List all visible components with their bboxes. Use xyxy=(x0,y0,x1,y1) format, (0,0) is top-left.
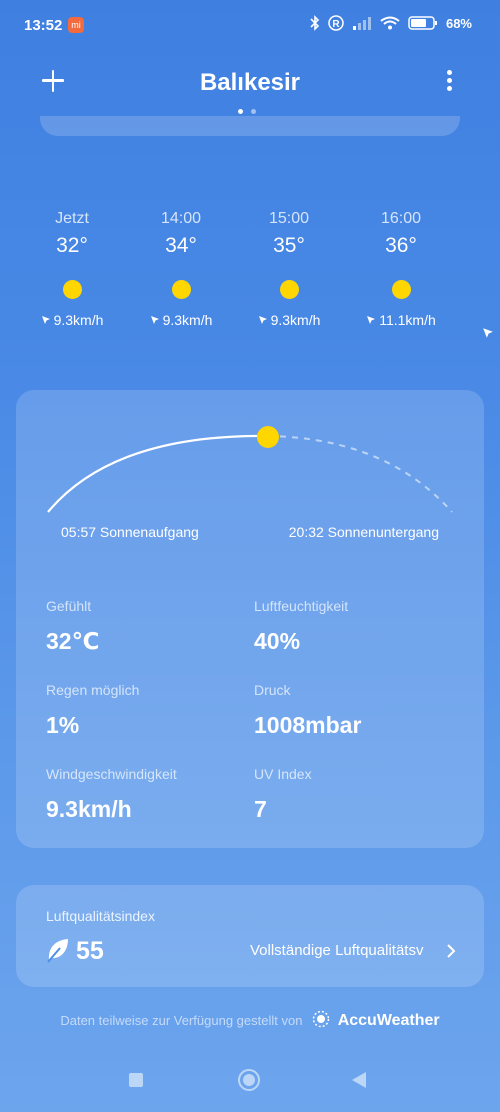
status-time: 13:52 xyxy=(24,17,63,34)
hour-wind: 9.3km/h xyxy=(234,312,344,328)
page-indicator xyxy=(238,109,256,114)
hour-wind-value: 11.1km/h xyxy=(379,312,436,328)
home-button[interactable] xyxy=(238,1069,260,1091)
hour-label: 16:00 xyxy=(380,210,422,227)
sun-icon xyxy=(171,280,191,299)
hour-temp: 34° xyxy=(165,234,197,257)
sunset-time: 20:32 Sonnenuntergang xyxy=(288,524,439,540)
back-button[interactable] xyxy=(352,1072,366,1088)
sun-position-icon xyxy=(257,426,279,448)
registered-icon: R xyxy=(328,15,344,31)
hour-item: 15:00 35° 9.3km/h xyxy=(234,210,344,328)
pressure-stat: Druck 1008mbar xyxy=(254,682,454,739)
recent-apps-button[interactable] xyxy=(129,1073,143,1087)
feels-like-stat: Gefühlt 32℃ xyxy=(46,598,246,655)
svg-text:R: R xyxy=(332,19,340,30)
hour-wind-value: 9.3km/h xyxy=(162,312,213,328)
wind-arrow-icon xyxy=(367,316,376,324)
hour-temp: 32° xyxy=(56,234,88,257)
wind-arrow-icon xyxy=(41,316,50,324)
accuweather-brand[interactable]: AccuWeather xyxy=(338,1012,440,1029)
hour-item: 16:00 36° 11.1km/h xyxy=(346,210,456,328)
page-dot xyxy=(251,109,256,114)
stat-value: 9.3km/h xyxy=(46,796,132,822)
hour-label: 15:00 xyxy=(268,210,310,227)
hour-item: Jetzt 32° 9.3km/h xyxy=(17,210,127,328)
collapsed-forecast-card[interactable] xyxy=(40,116,460,136)
data-source-footer: Daten teilweise zur Verfügung gestellt v… xyxy=(0,1010,500,1030)
status-bar: 13:52 mi R 68% xyxy=(0,0,500,54)
stat-label: Gefühlt xyxy=(46,598,92,614)
full-air-quality-link[interactable]: Vollständige Luftqualitätsv xyxy=(250,942,458,959)
hour-wind: 9.3km/h xyxy=(126,312,236,328)
signal-icon xyxy=(352,17,371,30)
hour-wind: 9.3km/h xyxy=(17,312,127,328)
stat-label: Regen möglich xyxy=(46,682,140,698)
bluetooth-icon xyxy=(310,15,320,31)
notification-app-icon: mi xyxy=(68,17,84,33)
hourly-forecast[interactable]: Jetzt 32° 9.3km/h 14:00 34° 9.3km/h 15:0… xyxy=(0,210,500,350)
sun-path-arc xyxy=(47,426,453,513)
wind-arrow-icon xyxy=(150,316,159,324)
header: Balıkesir xyxy=(0,60,500,110)
stat-value: 7 xyxy=(254,796,267,822)
hour-wind: 11.1km/h xyxy=(346,312,456,328)
rain-chance-stat: Regen möglich 1% xyxy=(46,682,246,739)
sun-icon xyxy=(391,280,411,299)
accuweather-logo-icon xyxy=(312,1010,330,1028)
aqi-value: 55 xyxy=(76,937,104,965)
more-menu-button[interactable] xyxy=(444,70,454,96)
stat-value: 1% xyxy=(46,712,80,738)
uv-index-stat: UV Index 7 xyxy=(254,766,454,823)
stat-label: Druck xyxy=(254,682,291,698)
leaf-icon xyxy=(47,939,68,963)
stat-label: UV Index xyxy=(254,766,312,782)
wind-arrow-icon xyxy=(483,328,493,338)
city-title: Balıkesir xyxy=(199,69,301,96)
hour-temp: 36° xyxy=(385,234,417,257)
humidity-stat: Luftfeuchtigkeit 40% xyxy=(254,598,454,655)
hour-wind-value: 9.3km/h xyxy=(270,312,321,328)
battery-icon xyxy=(408,16,437,30)
system-navigation-bar xyxy=(0,1060,500,1100)
weather-details-card: 05:57 Sonnenaufgang 20:32 Sonnenuntergan… xyxy=(16,390,484,848)
chevron-right-icon[interactable] xyxy=(446,943,456,959)
stat-value: 1008mbar xyxy=(254,712,362,738)
sun-icon xyxy=(279,280,299,299)
wind-arrow-icon xyxy=(258,316,267,324)
page-dot-active xyxy=(238,109,243,114)
footer-text: Daten teilweise zur Verfügung gestellt v… xyxy=(60,1013,303,1028)
status-icons: R 68% xyxy=(310,15,472,31)
hour-temp: 35° xyxy=(273,234,305,257)
stat-label: Windgeschwindigkeit xyxy=(46,766,177,782)
stat-label: Luftfeuchtigkeit xyxy=(254,598,349,614)
stat-value: 40% xyxy=(254,628,301,654)
aqi-title: Luftqualitätsindex xyxy=(46,908,155,924)
stat-value: 32℃ xyxy=(46,628,100,654)
battery-percent: 68% xyxy=(445,15,472,31)
hour-item: 14:00 34° 9.3km/h xyxy=(126,210,236,328)
air-quality-card[interactable]: Luftqualitätsindex 55 Vollständige Luftq… xyxy=(16,885,484,987)
hour-label: Jetzt xyxy=(55,210,89,227)
hour-label: 14:00 xyxy=(160,210,202,227)
hour-wind-value: 9.3km/h xyxy=(53,312,104,328)
sunrise-time: 05:57 Sonnenaufgang xyxy=(61,524,199,540)
sun-icon xyxy=(62,280,82,299)
wifi-icon xyxy=(380,16,400,30)
wind-speed-stat: Windgeschwindigkeit 9.3km/h xyxy=(46,766,246,823)
